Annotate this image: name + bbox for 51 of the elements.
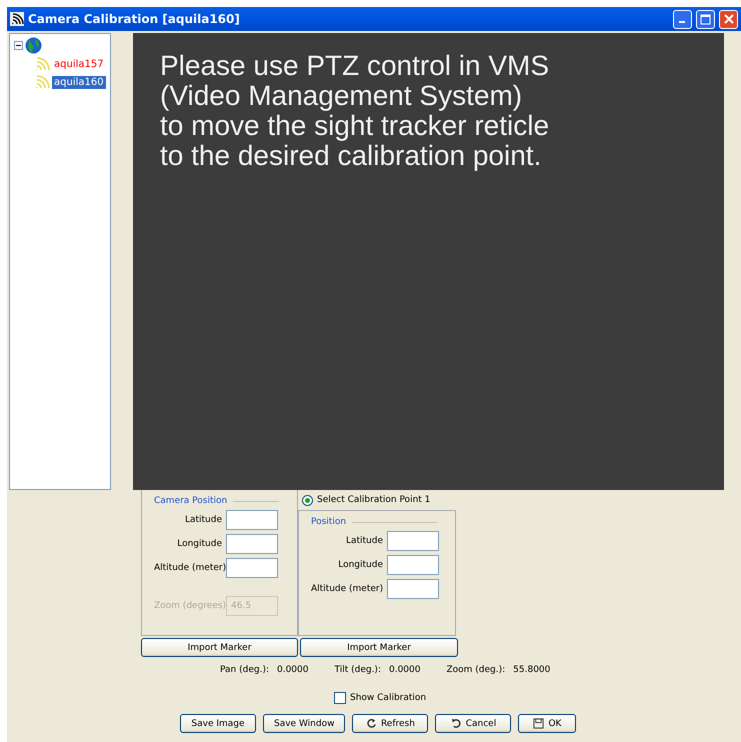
radio-dot-icon bbox=[305, 498, 310, 502]
field-label: Altitude (meter) bbox=[311, 584, 383, 594]
cancel-button[interactable]: Cancel bbox=[435, 714, 512, 733]
input-field[interactable] bbox=[387, 555, 439, 575]
checkbox[interactable] bbox=[334, 692, 346, 704]
save-button[interactable]: Save Image bbox=[180, 714, 256, 733]
input-field[interactable] bbox=[226, 534, 278, 554]
import-marker-button[interactable]: Import Marker bbox=[300, 638, 458, 657]
minimize-button[interactable] bbox=[673, 10, 692, 28]
readout-value: 55.8000 bbox=[513, 665, 550, 675]
refresh-button[interactable]: Refresh bbox=[352, 714, 428, 733]
input-field[interactable] bbox=[387, 531, 439, 551]
maximize-button[interactable] bbox=[696, 10, 715, 28]
readout-label: Zoom (deg.): bbox=[446, 665, 506, 675]
save-button[interactable]: Save Window bbox=[263, 714, 346, 733]
globe-icon bbox=[25, 37, 42, 54]
window-title: Camera Calibration [aquila160] bbox=[28, 12, 241, 26]
field-label: Latitude bbox=[344, 536, 383, 546]
refresh-icon bbox=[366, 718, 377, 729]
group-title: Position bbox=[311, 517, 346, 527]
field-label: Longitude bbox=[337, 560, 383, 570]
input-field[interactable] bbox=[226, 558, 278, 578]
field-label: Longitude bbox=[176, 539, 222, 549]
ok-button[interactable]: OK bbox=[518, 714, 576, 733]
tree-item[interactable]: aquila160 bbox=[52, 76, 106, 88]
instruction-text: to move the sight tracker reticle bbox=[160, 111, 550, 141]
collapse-icon[interactable] bbox=[14, 41, 23, 50]
undo-icon bbox=[450, 718, 462, 729]
save-icon bbox=[533, 718, 544, 729]
close-icon bbox=[724, 14, 734, 24]
radio-button[interactable] bbox=[302, 494, 313, 506]
instruction-text: to the desired calibration point. bbox=[160, 141, 542, 171]
group-title: Camera Position bbox=[154, 496, 228, 506]
close-button[interactable] bbox=[719, 10, 738, 28]
readout-value: 0.0000 bbox=[388, 665, 420, 675]
signal-icon bbox=[34, 56, 50, 72]
signal-icon bbox=[10, 12, 24, 26]
signal-icon bbox=[34, 74, 50, 90]
instruction-text: Please use PTZ control in VMS bbox=[160, 51, 550, 81]
input-field[interactable] bbox=[387, 579, 439, 599]
instruction-text: (Video Management System) bbox=[160, 81, 524, 111]
input-field[interactable] bbox=[226, 510, 278, 530]
readout-value: 0.0000 bbox=[276, 665, 308, 675]
maximize-icon bbox=[700, 14, 711, 24]
field-label: Latitude bbox=[184, 515, 222, 525]
radio-label: Select Calibration Point 1 bbox=[317, 495, 430, 505]
tree-item[interactable]: aquila157 bbox=[52, 58, 106, 70]
readout-label: Pan (deg.): bbox=[220, 665, 269, 675]
import-marker-button[interactable]: Import Marker bbox=[141, 638, 298, 657]
readout-label: Tilt (deg.): bbox=[334, 665, 381, 675]
checkbox-label: Show Calibration bbox=[350, 693, 426, 703]
